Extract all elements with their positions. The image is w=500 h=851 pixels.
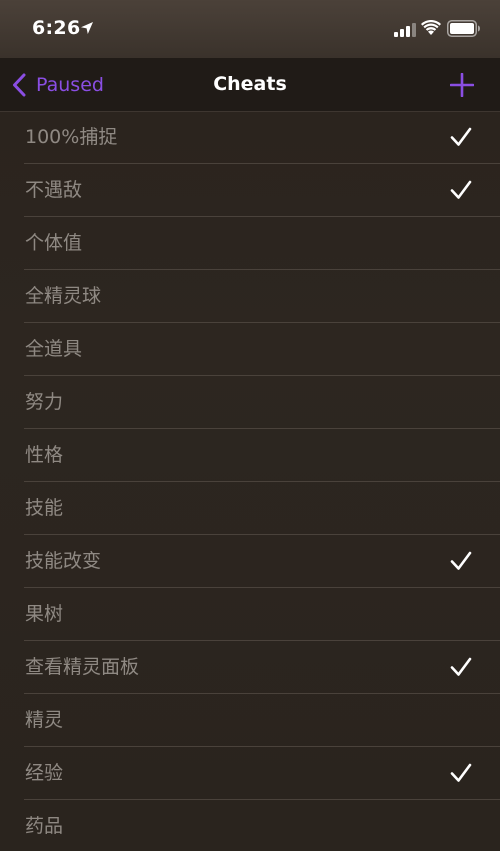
cheat-row[interactable]: 查看精灵面板 xyxy=(0,641,500,694)
cheat-label: 不遇敌 xyxy=(25,179,83,201)
cheat-row[interactable]: 果树 xyxy=(0,588,500,641)
checkmark-icon xyxy=(450,551,472,570)
cheat-list: 100%捕捉 不遇敌 个体值 全精灵球 全道具 努力 性格 技能 技能改变 果树… xyxy=(0,111,500,851)
cheat-row[interactable]: 全道具 xyxy=(0,323,500,376)
cellular-signal-icon xyxy=(394,23,416,37)
back-button-label: Paused xyxy=(36,73,104,96)
back-button[interactable]: Paused xyxy=(12,58,104,111)
cheat-row[interactable]: 100%捕捉 xyxy=(0,111,500,164)
cheat-row[interactable]: 性格 xyxy=(0,429,500,482)
cheat-label: 技能 xyxy=(25,497,64,519)
cheat-label: 精灵 xyxy=(25,709,64,731)
cheat-label: 100%捕捉 xyxy=(25,126,118,148)
cheat-label: 果树 xyxy=(25,603,64,625)
plus-icon[interactable] xyxy=(450,73,474,97)
cheat-label: 全精灵球 xyxy=(25,285,102,307)
cheats-screen: 6:26 Paused Cheats 100%捕捉 不遇敌 个体值 全精灵球 全… xyxy=(0,0,500,851)
cheat-row[interactable]: 个体值 xyxy=(0,217,500,270)
cheat-row[interactable]: 全精灵球 xyxy=(0,270,500,323)
cheat-label: 努力 xyxy=(25,391,64,413)
cheat-label: 药品 xyxy=(25,815,64,837)
cheat-row[interactable]: 技能改变 xyxy=(0,535,500,588)
chevron-left-icon xyxy=(13,73,26,96)
checkmark-icon xyxy=(450,127,472,146)
cheat-label: 全道具 xyxy=(25,338,83,360)
cheat-row[interactable]: 经验 xyxy=(0,747,500,800)
location-arrow-icon xyxy=(81,22,93,34)
cheat-row[interactable]: 不遇敌 xyxy=(0,164,500,217)
wifi-icon xyxy=(421,20,441,35)
checkmark-icon xyxy=(450,657,472,676)
cheat-row[interactable]: 努力 xyxy=(0,376,500,429)
battery-icon xyxy=(447,20,480,37)
cheat-row[interactable]: 技能 xyxy=(0,482,500,535)
cheat-row[interactable]: 精灵 xyxy=(0,694,500,747)
cheat-label: 查看精灵面板 xyxy=(25,656,140,678)
cheat-label: 技能改变 xyxy=(25,550,102,572)
checkmark-icon xyxy=(450,763,472,782)
cheat-row[interactable]: 药品 xyxy=(0,800,500,851)
status-time: 6:26 xyxy=(32,17,81,39)
navigation-bar: Paused Cheats xyxy=(0,58,500,112)
cheat-label: 经验 xyxy=(25,762,64,784)
cheat-label: 个体值 xyxy=(25,232,83,254)
cheat-label: 性格 xyxy=(25,444,64,466)
checkmark-icon xyxy=(450,180,472,199)
status-bar: 6:26 xyxy=(0,0,500,58)
